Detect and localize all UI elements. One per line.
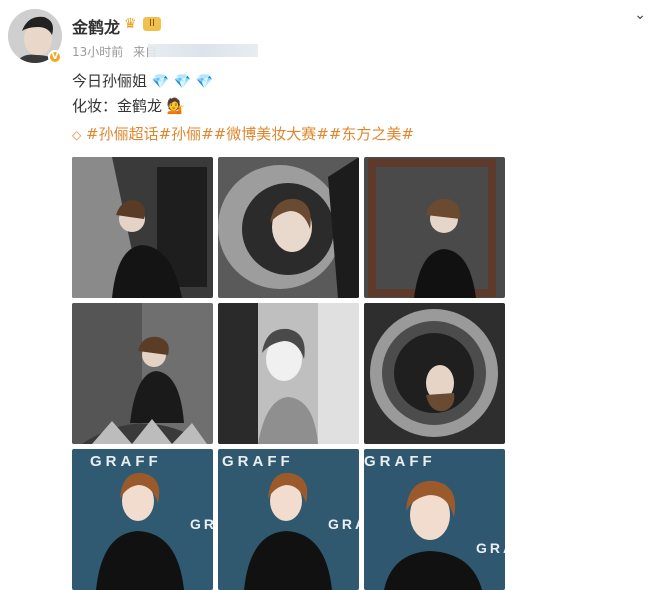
- person-emoji-icon: 💁: [166, 97, 186, 115]
- tag-text[interactable]: #孙俪超话#孙俪##微博美妆大赛##东方之美#: [86, 125, 414, 143]
- photo-7[interactable]: GRAFF GRAFF: [72, 449, 213, 590]
- chevron-down-icon[interactable]: ⌄: [634, 7, 646, 23]
- photo-3[interactable]: [364, 157, 505, 298]
- graff-logo-text: GRAFF: [328, 516, 359, 532]
- photo-6[interactable]: [364, 303, 505, 444]
- username[interactable]: 金鹤龙: [72, 14, 120, 38]
- photo-9[interactable]: GRAFF GRAFF: [364, 449, 505, 590]
- photo-grid: GRAFF GRAFF GRAFF GRAFF GRAFF GRAFF: [72, 157, 505, 590]
- photo-1[interactable]: [72, 157, 213, 298]
- vip-level-badge[interactable]: II: [143, 17, 161, 31]
- photo-4[interactable]: [72, 303, 213, 444]
- verified-badge-icon: V: [48, 50, 62, 64]
- graff-logo-text: GRAFF: [364, 453, 436, 470]
- post-text-line2: 化妆：金鹤龙 💁: [72, 95, 185, 116]
- graff-logo-text: GRAFF: [476, 540, 505, 556]
- crown-icon: ♛: [124, 16, 137, 32]
- graff-logo-text: GRAFF: [190, 516, 213, 532]
- post-text-line1: 今日孙俪姐 💎 💎 💎: [72, 70, 213, 91]
- line2-text: 化妆：金鹤龙: [72, 97, 163, 115]
- photo-8[interactable]: GRAFF GRAFF: [218, 449, 359, 590]
- line1-text: 今日孙俪姐: [72, 72, 148, 90]
- tag-icon: ◇: [72, 128, 82, 142]
- photo-5[interactable]: [218, 303, 359, 444]
- post-tags[interactable]: ◇ #孙俪超话#孙俪##微博美妆大赛##东方之美#: [72, 123, 414, 144]
- graff-logo-text: GRAFF: [90, 453, 162, 470]
- post-time: 13小时前: [72, 45, 124, 59]
- post-meta: 13小时前 来自: [72, 43, 157, 60]
- blurred-source: [148, 44, 258, 57]
- graff-logo-text: GRAFF: [222, 453, 294, 470]
- diamond-icon: 💎 💎 💎: [151, 74, 213, 90]
- photo-2[interactable]: [218, 157, 359, 298]
